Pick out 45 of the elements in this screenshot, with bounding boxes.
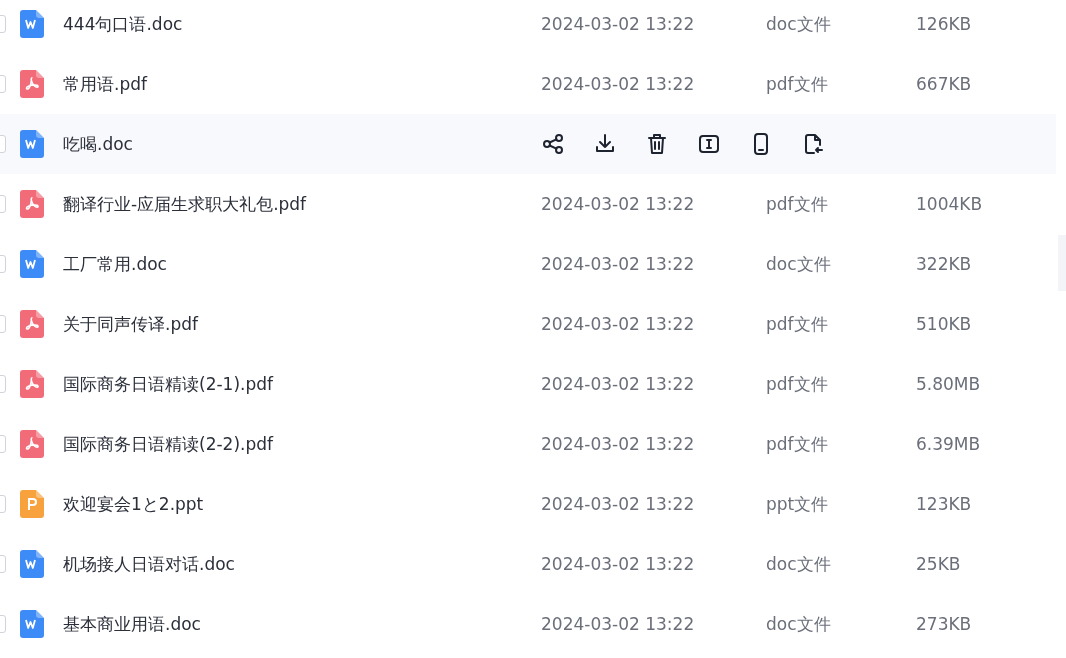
file-size: 5.80MB	[916, 374, 981, 394]
modified-date: 2024-03-02 13:22	[541, 554, 696, 574]
modified-date: 2024-03-02 13:22	[541, 74, 696, 94]
modified-date: 2024-03-02 13:22	[541, 14, 696, 34]
modified-date: 2024-03-02 13:22	[541, 614, 696, 634]
file-size: 126KB	[916, 14, 972, 34]
file-name[interactable]: 吃喝.doc	[63, 132, 541, 156]
file-name[interactable]: 欢迎宴会1と2.ppt	[63, 492, 541, 516]
file-type: ppt文件	[766, 492, 830, 516]
file-type: pdf文件	[766, 72, 829, 96]
file-name[interactable]: 国际商务日语精读(2-1).pdf	[63, 372, 541, 396]
file-type: pdf文件	[766, 372, 829, 396]
file-type: pdf文件	[766, 432, 829, 456]
file-size: 667KB	[916, 74, 972, 94]
file-size: 273KB	[916, 614, 972, 634]
file-name[interactable]: 工厂常用.doc	[63, 252, 541, 276]
file-name[interactable]: 国际商务日语精读(2-2).pdf	[63, 432, 541, 456]
file-type: doc文件	[766, 12, 832, 36]
modified-date: 2024-03-02 13:22	[541, 314, 696, 334]
file-name[interactable]: 翻译行业-应届生求职大礼包.pdf	[63, 192, 541, 216]
file-size: 25KB	[916, 554, 961, 574]
modified-date: 2024-03-02 13:22	[541, 434, 696, 454]
file-type: doc文件	[766, 612, 832, 636]
modified-date: 2024-03-02 13:22	[541, 254, 696, 274]
file-type: doc文件	[766, 552, 832, 576]
file-name[interactable]: 常用语.pdf	[63, 72, 541, 96]
modified-date: 2024-03-02 13:22	[541, 194, 696, 214]
file-name[interactable]: 关于同声传译.pdf	[63, 312, 541, 336]
file-size: 510KB	[916, 314, 972, 334]
rename-icon[interactable]	[697, 132, 721, 156]
file-name[interactable]: 444句口语.doc	[63, 12, 541, 36]
modified-date: 2024-03-02 13:22	[541, 374, 696, 394]
share-icon[interactable]	[541, 132, 565, 156]
file-name[interactable]: 机场接人日语对话.doc	[63, 552, 541, 576]
file-size: 322KB	[916, 254, 972, 274]
file-type: doc文件	[766, 252, 832, 276]
file-row-highlight[interactable]: 吃喝.doc	[0, 114, 1056, 174]
file-size: 1004KB	[916, 194, 983, 214]
file-type: pdf文件	[766, 192, 829, 216]
file-name[interactable]: 基本商业用语.doc	[63, 612, 541, 636]
file-size: 6.39MB	[916, 434, 981, 454]
file-size: 123KB	[916, 494, 972, 514]
modified-date: 2024-03-02 13:22	[541, 494, 696, 514]
delete-icon[interactable]	[645, 132, 669, 156]
file-type: pdf文件	[766, 312, 829, 336]
